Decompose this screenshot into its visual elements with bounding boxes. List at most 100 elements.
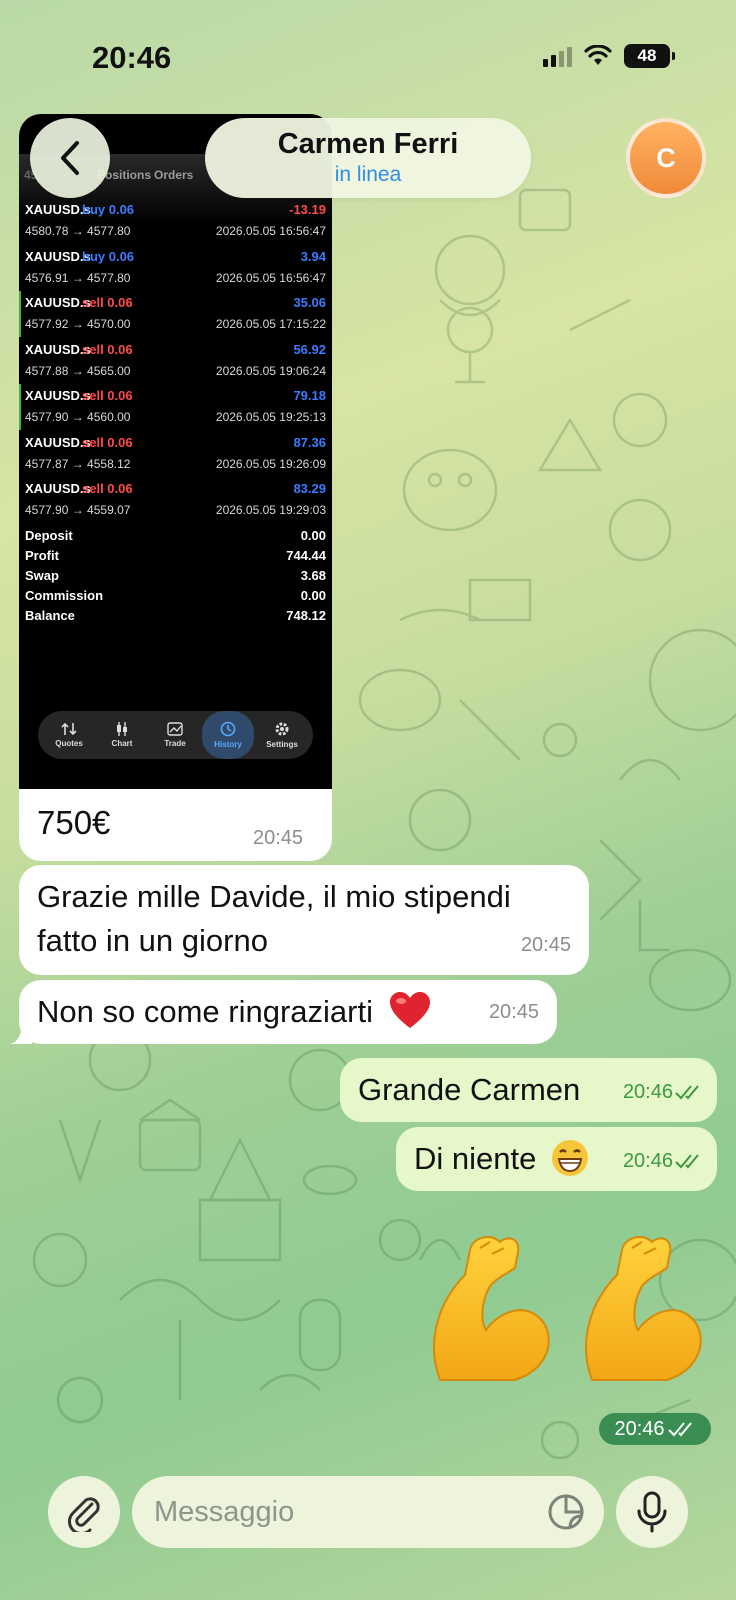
heart-emoji-icon: [389, 991, 430, 1028]
screenshot-bottom-nav: Quotes Chart Trade History Settings: [38, 711, 313, 759]
trade-symbol: XAUUSD.s: [25, 388, 91, 403]
trade-profit: 87.36: [293, 434, 326, 450]
trade-prices: 4577.90 → 4560.00: [25, 410, 131, 424]
status-time: 20:46: [92, 40, 172, 75]
screenshot-nav-history: History: [202, 711, 254, 759]
trade-prices: 4577.90 → 4559.07: [25, 503, 131, 517]
summary-row: Swap 3.68: [25, 568, 328, 588]
trade-symbol: XAUUSD.s: [25, 341, 91, 357]
trade-date: 2026.05.05 19:06:24: [215, 363, 326, 378]
trade-profit: 3.94: [300, 248, 326, 264]
settings-gear-icon: [275, 722, 289, 736]
chat-title[interactable]: Carmen Ferri in linea: [205, 118, 531, 198]
trade-prices: 4576.91 → 4577.80: [25, 270, 131, 285]
photo-caption: 750€: [37, 804, 111, 841]
trade-symbol: XAUUSD.s: [25, 295, 91, 310]
screenshot-nav-quotes: Quotes: [43, 711, 95, 759]
message-input[interactable]: [154, 1476, 524, 1548]
back-button[interactable]: [30, 118, 110, 198]
message-text-line: fatto in un giorno: [37, 923, 268, 958]
screenshot-nav-chart: Chart: [96, 711, 148, 759]
trade-direction: buy 0.06: [82, 248, 135, 264]
summary-value: 3.68: [300, 568, 326, 583]
sticker-icon[interactable]: [546, 1492, 586, 1532]
trade-profit: 35.06: [293, 295, 326, 310]
attach-button[interactable]: [48, 1476, 120, 1548]
summary-label: Commission: [25, 588, 104, 603]
chevron-left-icon: [61, 141, 79, 175]
summary-value: 744.44: [286, 548, 326, 563]
contact-status: in linea: [334, 163, 402, 187]
trade-row: XAUUSD.s sell 0.06 4577.88 → 4565.00 56.92 2…: [25, 342, 328, 386]
row-indicator: [19, 291, 21, 337]
message-time: 20:45: [253, 827, 304, 849]
summary-row: Commission 0.00: [25, 588, 328, 608]
trade-direction: sell 0.06: [82, 341, 133, 357]
voice-message-button[interactable]: [616, 1476, 688, 1548]
message-time: 20:45: [520, 934, 571, 956]
contact-avatar[interactable]: C: [626, 118, 706, 198]
summary-value: 748.12: [286, 608, 326, 623]
microphone-icon: [637, 1491, 667, 1533]
trade-row: XAUUSD.s sell 0.06 4577.92 → 4570.00 35.06 2…: [19, 291, 328, 339]
trade-date: 2026.05.05 16:56:47: [215, 270, 326, 285]
trade-row: XAUUSD.s sell 0.06 4577.90 → 4560.00 79.18 2…: [19, 384, 328, 432]
trade-row: XAUUSD.s sell 0.06 4577.90 → 4559.07 83.29 2…: [25, 481, 328, 525]
trade-prices: 4580.78 → 4577.80: [25, 224, 131, 238]
message-text: Non so come ringraziarti: [37, 994, 373, 1029]
message-time-status: 20:46: [623, 1139, 703, 1183]
summary-value: 0.00: [300, 528, 326, 543]
photo-message[interactable]: 45 Positions Orders XAUUSD.s buy 0.06 4580…: [19, 114, 332, 861]
summary-row: Balance 748.12: [25, 608, 328, 628]
trade-row: XAUUSD.s sell 0.06 4577.87 → 4558.12 87.36 2…: [25, 435, 328, 479]
trading-history-screenshot: 45 Positions Orders XAUUSD.s buy 0.06 4580…: [19, 114, 332, 789]
trade-chart-icon: [167, 722, 183, 736]
double-check-icon: [675, 1154, 699, 1169]
trade-profit: 83.29: [293, 481, 326, 496]
trade-direction: buy 0.06: [82, 202, 135, 217]
summary-row: Profit 744.44: [25, 548, 328, 568]
message-time: 20:45: [488, 1001, 539, 1023]
summary-label: Balance: [25, 608, 75, 623]
summary-label: Swap: [25, 568, 59, 583]
contact-name: Carmen Ferri: [277, 127, 459, 160]
summary-row: Deposit 0.00: [25, 528, 328, 548]
incoming-message[interactable]: Non so come ringraziarti 20:45: [19, 980, 557, 1044]
screenshot-nav-trade: Trade: [149, 711, 201, 759]
trade-direction: sell 0.06: [82, 388, 133, 403]
double-check-icon: [675, 1085, 699, 1100]
trade-symbol: XAUUSD.s: [25, 481, 91, 496]
trade-symbol: XAUUSD.s: [25, 202, 91, 217]
cellular-signal-icon: [543, 45, 572, 67]
trade-prices: 4577.88 → 4565.00: [25, 363, 131, 378]
wifi-icon: [584, 45, 612, 65]
trade-prices: 4577.92 → 4570.00: [25, 317, 131, 331]
trade-direction: sell 0.06: [82, 481, 133, 496]
outgoing-message[interactable]: Grande Carmen 20:46: [340, 1058, 717, 1122]
summary-label: Profit: [25, 548, 59, 563]
trade-prices: 4577.87 → 4558.12: [25, 456, 131, 471]
message-text: Di niente: [414, 1141, 537, 1176]
row-indicator: [19, 384, 21, 430]
trade-symbol: XAUUSD.s: [25, 248, 91, 264]
battery-icon: 48: [624, 44, 675, 68]
candlestick-icon: [117, 722, 127, 736]
trade-date: 2026.05.05 19:25:13: [215, 410, 326, 424]
message-text-line: Grazie mille Davide, il mio stipendi: [37, 879, 511, 914]
screenshot-nav-settings: Settings: [256, 711, 308, 759]
trade-row: XAUUSD.s buy 0.06 4580.78 → 4577.80 -13.19 2…: [25, 202, 328, 246]
trade-symbol: XAUUSD.s: [25, 434, 91, 450]
trade-date: 2026.05.05 17:15:22: [215, 317, 326, 331]
grinning-face-emoji-icon: [551, 1139, 588, 1176]
double-check-icon: [667, 1422, 692, 1437]
trade-row: XAUUSD.s buy 0.06 4576.91 → 4577.80 3.94 202…: [25, 249, 328, 293]
summary-value: 0.00: [300, 588, 326, 603]
trade-date: 2026.05.05 19:26:09: [215, 456, 326, 471]
paperclip-icon: [68, 1497, 100, 1532]
flexed-biceps-emoji-icon: [433, 1235, 702, 1381]
history-clock-icon: [220, 721, 236, 737]
outgoing-message[interactable]: Di niente 20:46: [396, 1127, 717, 1191]
status-icons: 48: [543, 44, 675, 68]
incoming-message[interactable]: Grazie mille Davide, il mio stipendi fat…: [19, 865, 589, 975]
message-text: Grande Carmen: [358, 1072, 581, 1107]
